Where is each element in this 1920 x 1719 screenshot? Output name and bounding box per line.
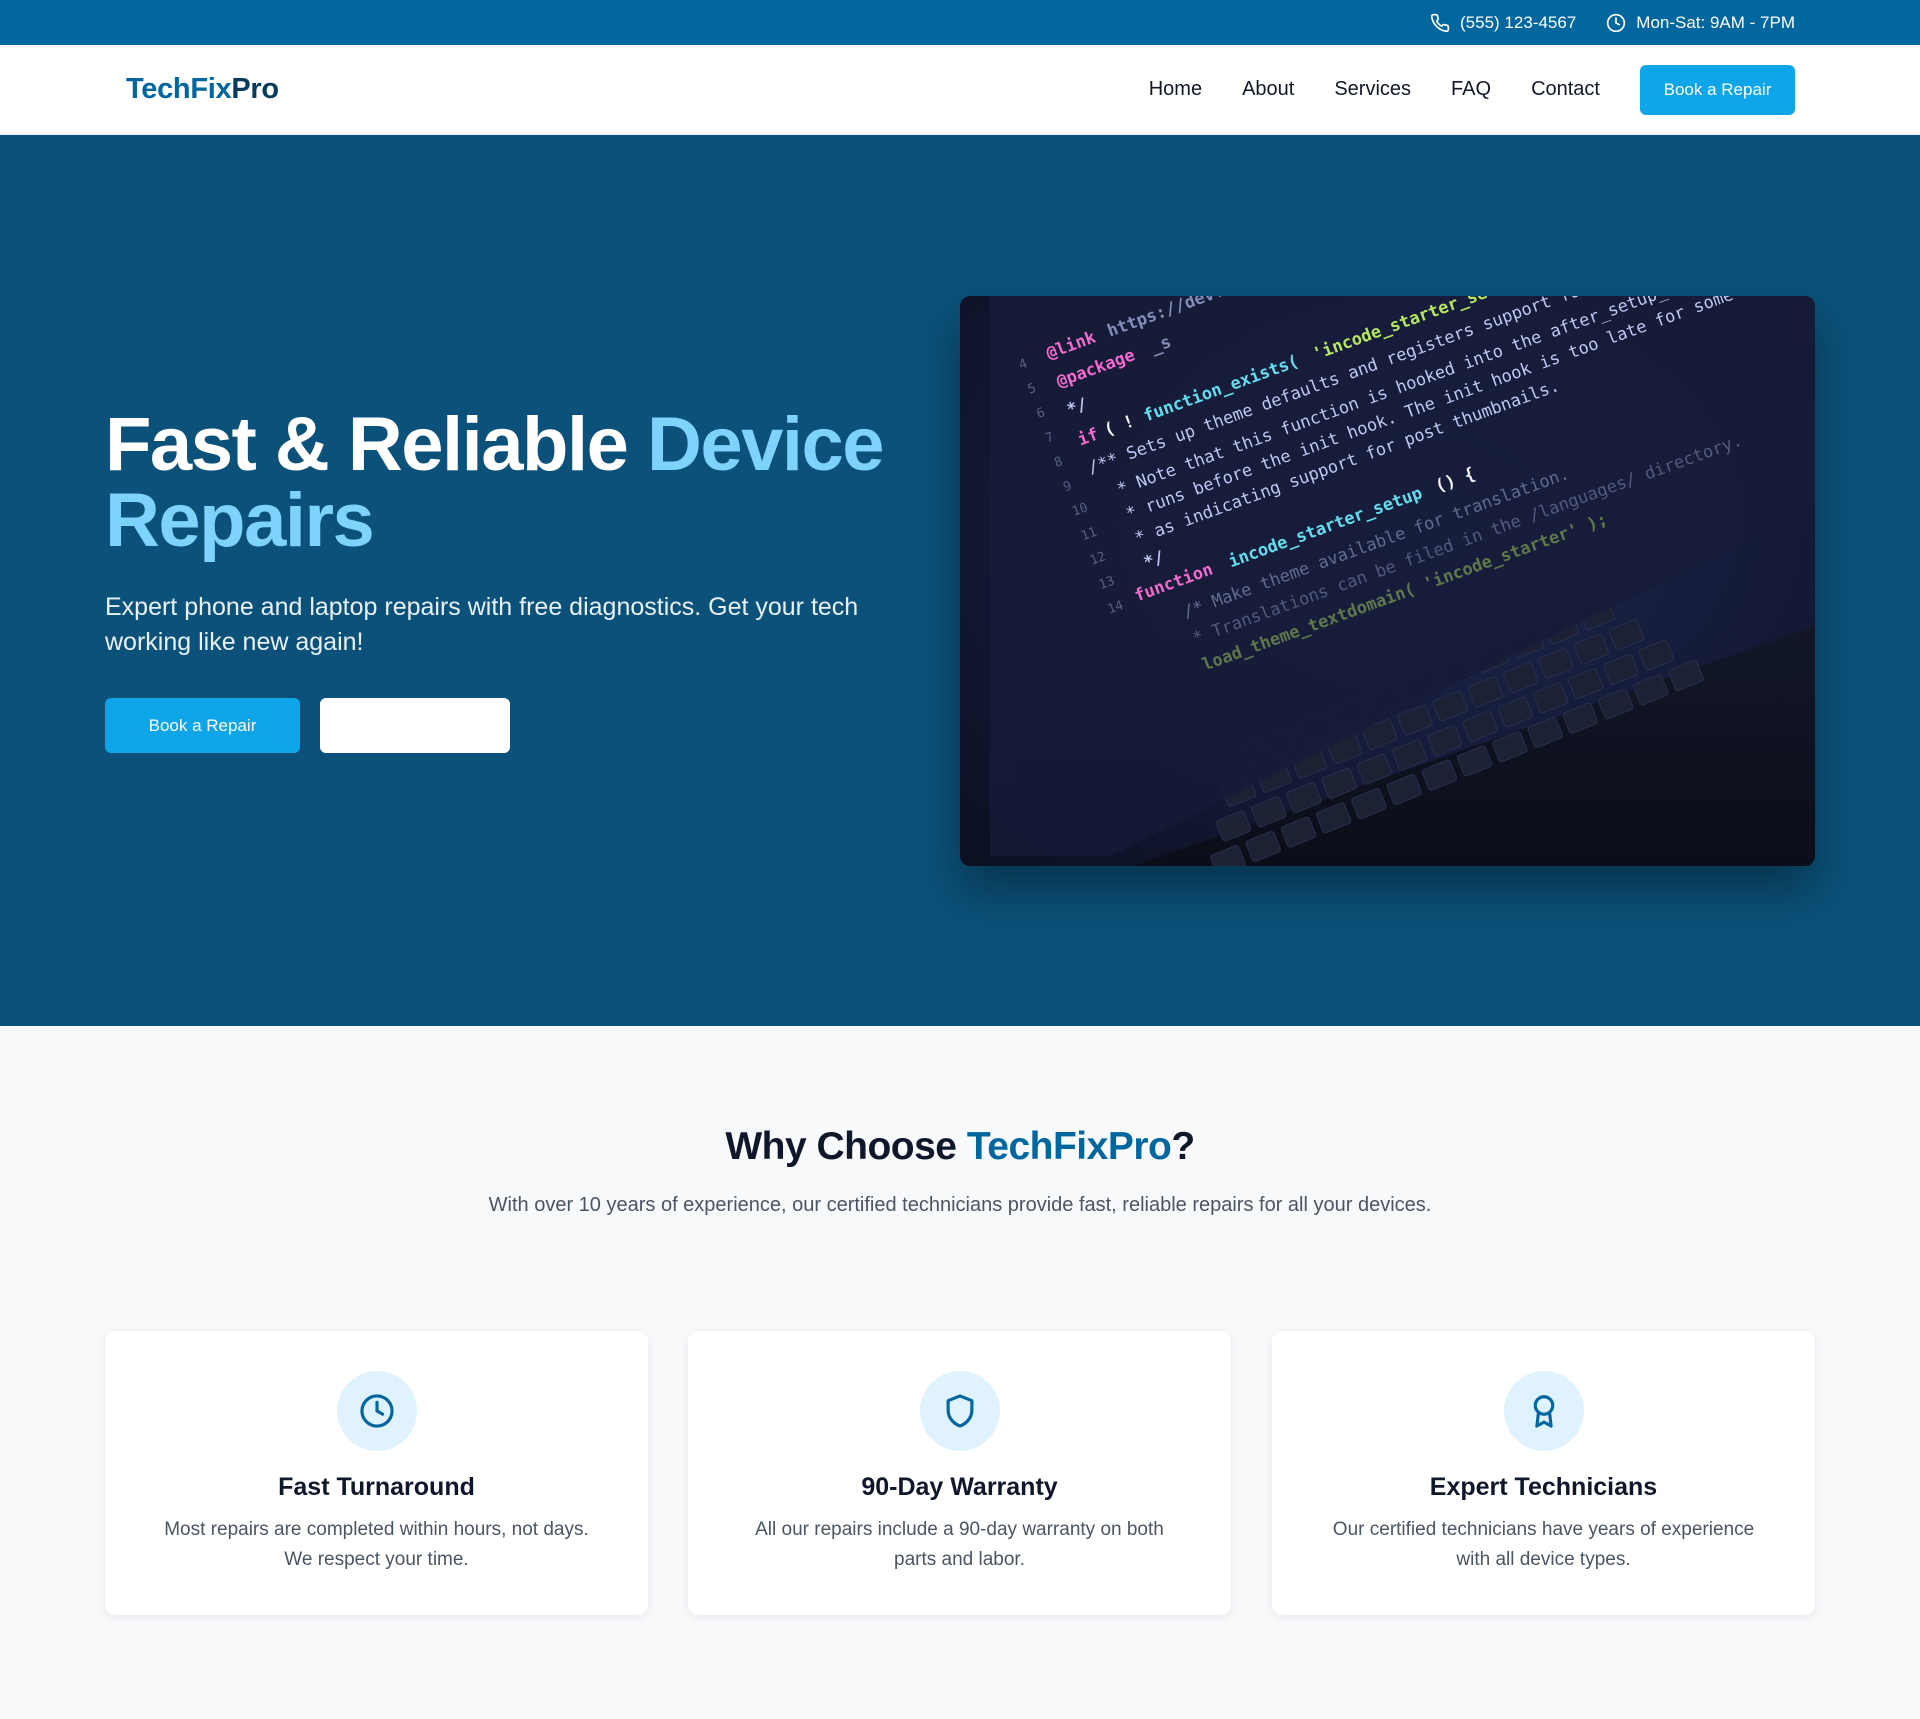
feature-card-title: 90-Day Warranty — [861, 1473, 1058, 1501]
feature-card-text: Most repairs are completed within hours,… — [164, 1519, 589, 1570]
nav-book-repair-button[interactable]: Book a Repair — [1640, 64, 1795, 115]
hero-title: Fast & Reliable Device Repairs — [105, 407, 885, 559]
main-navbar: TechFixPro Home About Services FAQ Conta… — [0, 45, 1920, 135]
clock-icon — [1607, 13, 1626, 32]
hero-book-repair-button[interactable]: Book a Repair — [105, 698, 300, 753]
feature-icon-wrap — [919, 1371, 1000, 1451]
why-section-title: Why Choose TechFixPro? — [0, 1125, 1920, 1169]
feature-card-title: Expert Technicians — [1429, 1473, 1658, 1501]
topbar-phone[interactable]: (555) 123-4567 — [1430, 13, 1576, 33]
feature-card-title: Fast Turnaround — [278, 1473, 475, 1501]
phone-icon — [1430, 13, 1450, 32]
feature-card-fast-turnaround: Fast Turnaround Most repairs are complet… — [105, 1331, 648, 1615]
feature-icon-wrap — [336, 1371, 417, 1451]
why-title-brand: TechFixPro — [966, 1125, 1172, 1168]
nav-link-services[interactable]: Services — [1334, 78, 1411, 101]
shield-icon — [946, 1394, 973, 1428]
feature-card-text: Our certified technicians have years of … — [1332, 1519, 1755, 1570]
laptop-code-photo: 4567891011121314 @linkhttps://dev... @pa… — [960, 296, 1815, 866]
feature-card-expert-technicians: Expert Technicians Our certified technic… — [1272, 1331, 1815, 1615]
feature-card-warranty: 90-Day Warranty All our repairs include … — [688, 1331, 1231, 1615]
feature-card-text: All our repairs include a 90-day warrant… — [755, 1519, 1164, 1570]
nav-link-contact[interactable]: Contact — [1531, 78, 1600, 101]
feature-cards: Fast Turnaround Most repairs are complet… — [105, 1331, 1815, 1615]
feature-icon-wrap — [1503, 1371, 1584, 1451]
logo-part-2: Pro — [231, 73, 279, 105]
nav-link-home[interactable]: Home — [1149, 78, 1202, 101]
topbar-phone-text: (555) 123-4567 — [1460, 12, 1577, 32]
nav-links: Home About Services FAQ Contact Book a R… — [1109, 64, 1795, 115]
hero-laptop-image: 4567891011121314 @linkhttps://dev... @pa… — [960, 296, 1815, 866]
nav-link-faq[interactable]: FAQ — [1451, 78, 1491, 101]
logo-part-1: TechFix — [126, 73, 232, 105]
why-section-subtitle: With over 10 years of experience, our ce… — [488, 1194, 1432, 1216]
hero-subtitle: Expert phone and laptop repairs with fre… — [105, 593, 859, 656]
hero-secondary-button[interactable] — [320, 698, 510, 753]
hero-section: Fast & Reliable Device Repairs Expert ph… — [0, 135, 1920, 1026]
top-info-bar: (555) 123-4567 Mon-Sat: 9AM - 7PM — [0, 0, 1920, 45]
clock-icon — [359, 1394, 394, 1428]
hero-title-main: Fast & Reliable — [105, 402, 647, 487]
why-title-prefix: Why Choose — [725, 1125, 967, 1168]
topbar-hours-text: Mon-Sat: 9AM - 7PM — [1636, 12, 1795, 32]
nav-link-about[interactable]: About — [1242, 78, 1294, 101]
award-icon — [1533, 1395, 1554, 1428]
topbar-hours: Mon-Sat: 9AM - 7PM — [1606, 13, 1795, 33]
why-title-suffix: ? — [1171, 1125, 1195, 1168]
site-logo[interactable]: TechFixPro — [126, 73, 279, 106]
